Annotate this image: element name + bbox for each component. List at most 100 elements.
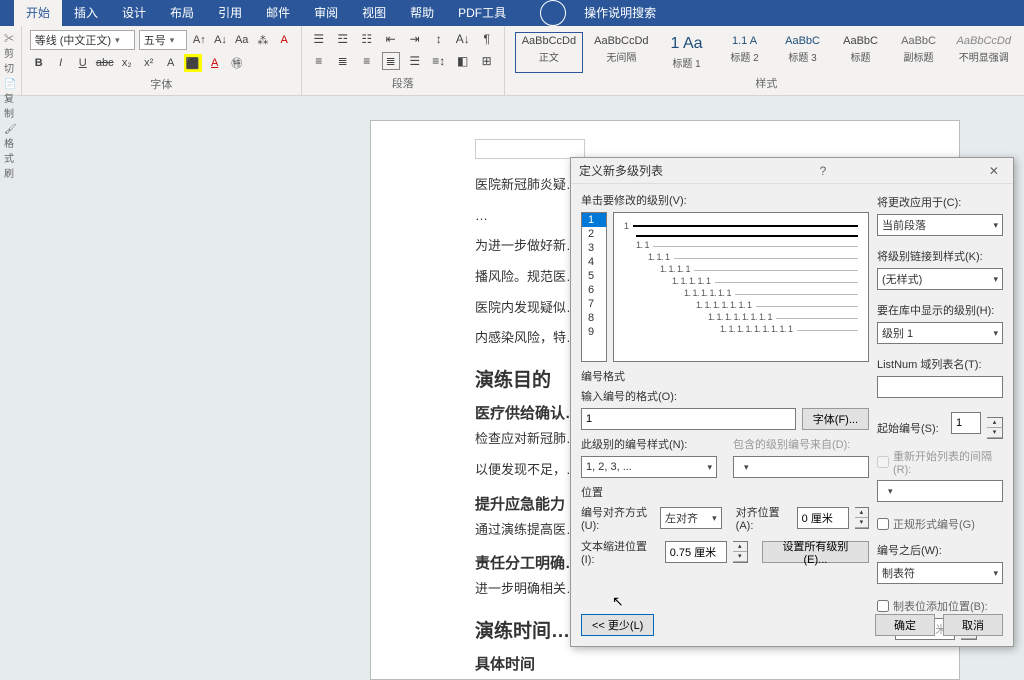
align-at-input[interactable] bbox=[797, 507, 849, 529]
multilevel-list-dialog: 定义新多级列表 ? ✕ 单击要修改的级别(V): 1 2 3 4 5 6 7 8… bbox=[570, 157, 1014, 647]
styles-gallery[interactable]: AaBbCcDd正文 AaBbCcDd无间隔 1 Aa标题 1 1.1 A标题 … bbox=[513, 30, 1020, 75]
level-7[interactable]: 7 bbox=[582, 297, 606, 311]
level-2[interactable]: 2 bbox=[582, 227, 606, 241]
styles-group: AaBbCcDd正文 AaBbCcDd无间隔 1 Aa标题 1 1.1 A标题 … bbox=[505, 26, 1024, 95]
borders-button[interactable]: ⊞ bbox=[478, 52, 496, 70]
multilevel-button[interactable]: ☷ bbox=[358, 30, 376, 48]
show-gallery-select[interactable]: 级别 1 bbox=[877, 322, 1003, 344]
num-style-select[interactable]: 1, 2, 3, ... bbox=[581, 456, 717, 478]
highlight-button[interactable]: ⬛ bbox=[184, 54, 202, 72]
level-6[interactable]: 6 bbox=[582, 283, 606, 297]
listnum-label: ListNum 域列表名(T): bbox=[877, 356, 1003, 372]
style-subtle[interactable]: AaBbCcDd不明显强调 bbox=[950, 32, 1018, 73]
close-button[interactable]: ✕ bbox=[983, 164, 1005, 178]
cut-button[interactable]: ✂ 剪切 bbox=[4, 30, 17, 75]
grow-font-button[interactable]: A↑ bbox=[191, 31, 208, 49]
start-at-input[interactable] bbox=[951, 412, 981, 434]
dialog-titlebar: 定义新多级列表 ? ✕ bbox=[571, 158, 1013, 184]
tab-pdf[interactable]: PDF工具 bbox=[446, 0, 518, 26]
numbering-button[interactable]: ☲ bbox=[334, 30, 352, 48]
tab-review[interactable]: 审阅 bbox=[302, 0, 350, 26]
font-size-select[interactable]: 五号 bbox=[139, 30, 187, 50]
sort-button[interactable]: A↓ bbox=[454, 30, 472, 48]
style-title[interactable]: AaBbC标题 bbox=[834, 32, 888, 73]
bullets-button[interactable]: ☰ bbox=[310, 30, 328, 48]
tab-references[interactable]: 引用 bbox=[206, 0, 254, 26]
bulb-icon bbox=[540, 0, 566, 26]
align-center-button[interactable]: ≣ bbox=[334, 52, 352, 70]
change-case-button[interactable]: Aa bbox=[233, 31, 250, 49]
indent-input[interactable] bbox=[665, 541, 727, 563]
tab-help[interactable]: 帮助 bbox=[398, 0, 446, 26]
tab-insert[interactable]: 插入 bbox=[62, 0, 110, 26]
cancel-button[interactable]: 取消 bbox=[943, 614, 1003, 636]
bold-button[interactable]: B bbox=[30, 54, 48, 72]
align-left-button[interactable]: ≡ bbox=[310, 52, 328, 70]
style-heading3[interactable]: AaBbC标题 3 bbox=[776, 32, 830, 73]
style-subtitle[interactable]: AaBbC副标题 bbox=[892, 32, 946, 73]
shading-button[interactable]: ◧ bbox=[454, 52, 472, 70]
tell-me-search[interactable]: 操作说明搜索 bbox=[528, 0, 680, 26]
tab-view[interactable]: 视图 bbox=[350, 0, 398, 26]
underline-button[interactable]: U bbox=[74, 54, 92, 72]
level-1[interactable]: 1 bbox=[582, 213, 606, 227]
decrease-indent-button[interactable]: ⇤ bbox=[382, 30, 400, 48]
show-marks-button[interactable]: ¶ bbox=[478, 30, 496, 48]
styles-group-label: 样式 bbox=[513, 75, 1020, 91]
follow-by-select[interactable]: 制表符 bbox=[877, 562, 1003, 584]
tab-layout[interactable]: 布局 bbox=[158, 0, 206, 26]
link-style-select[interactable]: (无样式) bbox=[877, 268, 1003, 290]
tab-mail[interactable]: 邮件 bbox=[254, 0, 302, 26]
distribute-button[interactable]: ☰ bbox=[406, 52, 424, 70]
number-format-input[interactable] bbox=[581, 408, 796, 430]
text-effects-button[interactable]: A bbox=[162, 54, 180, 72]
align-at-spinner[interactable]: ▴▾ bbox=[855, 507, 869, 529]
shrink-font-button[interactable]: A↓ bbox=[212, 31, 229, 49]
strikethrough-button[interactable]: abc bbox=[96, 54, 114, 72]
level-listbox[interactable]: 1 2 3 4 5 6 7 8 9 bbox=[581, 212, 607, 362]
text-direction-button[interactable]: ↕ bbox=[430, 30, 448, 48]
indent-spinner[interactable]: ▴▾ bbox=[733, 541, 748, 563]
tab-design[interactable]: 设计 bbox=[110, 0, 158, 26]
apply-to-select[interactable]: 当前段落 bbox=[877, 214, 1003, 236]
font-name-select[interactable]: 等线 (中文正文) bbox=[30, 30, 135, 50]
enclose-char-button[interactable]: ㊕ bbox=[228, 54, 246, 72]
subscript-button[interactable]: x₂ bbox=[118, 54, 136, 72]
copy-button[interactable]: 📄 复制 bbox=[4, 79, 17, 120]
font-button[interactable]: 字体(F)... bbox=[802, 408, 869, 430]
level-9[interactable]: 9 bbox=[582, 325, 606, 339]
level-3[interactable]: 3 bbox=[582, 241, 606, 255]
line-spacing-button[interactable]: ≡↕ bbox=[430, 52, 448, 70]
phonetic-guide-button[interactable]: ⁂ bbox=[254, 31, 271, 49]
number-format-section: 编号格式 bbox=[581, 368, 869, 384]
justify-button[interactable]: ≣ bbox=[382, 52, 400, 70]
less-button[interactable]: << 更少(L) bbox=[581, 614, 654, 636]
legal-checkbox[interactable]: 正规形式编号(G) bbox=[877, 516, 1003, 532]
italic-button[interactable]: I bbox=[52, 54, 70, 72]
paragraph-group-label: 段落 bbox=[310, 75, 496, 91]
increase-indent-button[interactable]: ⇥ bbox=[406, 30, 424, 48]
tab-start[interactable]: 开始 bbox=[14, 0, 62, 26]
style-heading1[interactable]: 1 Aa标题 1 bbox=[660, 32, 714, 73]
add-tab-checkbox[interactable]: 制表位添加位置(B): bbox=[877, 598, 1003, 614]
superscript-button[interactable]: x² bbox=[140, 54, 158, 72]
style-heading2[interactable]: 1.1 A标题 2 bbox=[718, 32, 772, 73]
level-8[interactable]: 8 bbox=[582, 311, 606, 325]
set-all-button[interactable]: 设置所有级别(E)... bbox=[762, 541, 869, 563]
include-prev-select[interactable] bbox=[733, 456, 869, 478]
help-button[interactable]: ? bbox=[814, 164, 833, 178]
align-select[interactable]: 左对齐 bbox=[660, 507, 722, 529]
restart-checkbox[interactable]: 重新开始列表的间隔(R): bbox=[877, 448, 1003, 476]
level-4[interactable]: 4 bbox=[582, 255, 606, 269]
start-at-spinner[interactable]: ▴▾ bbox=[987, 417, 1003, 439]
align-right-button[interactable]: ≡ bbox=[358, 52, 376, 70]
listnum-input[interactable] bbox=[877, 376, 1003, 398]
style-nospace[interactable]: AaBbCcDd无间隔 bbox=[587, 32, 655, 73]
format-painter-button[interactable]: 🖌 格式刷 bbox=[4, 124, 17, 180]
font-color-button[interactable]: A bbox=[206, 54, 224, 72]
level-5[interactable]: 5 bbox=[582, 269, 606, 283]
clear-format-button[interactable]: A bbox=[276, 31, 293, 49]
start-at-label: 起始编号(S): bbox=[877, 420, 945, 436]
style-normal[interactable]: AaBbCcDd正文 bbox=[515, 32, 583, 73]
ok-button[interactable]: 确定 bbox=[875, 614, 935, 636]
